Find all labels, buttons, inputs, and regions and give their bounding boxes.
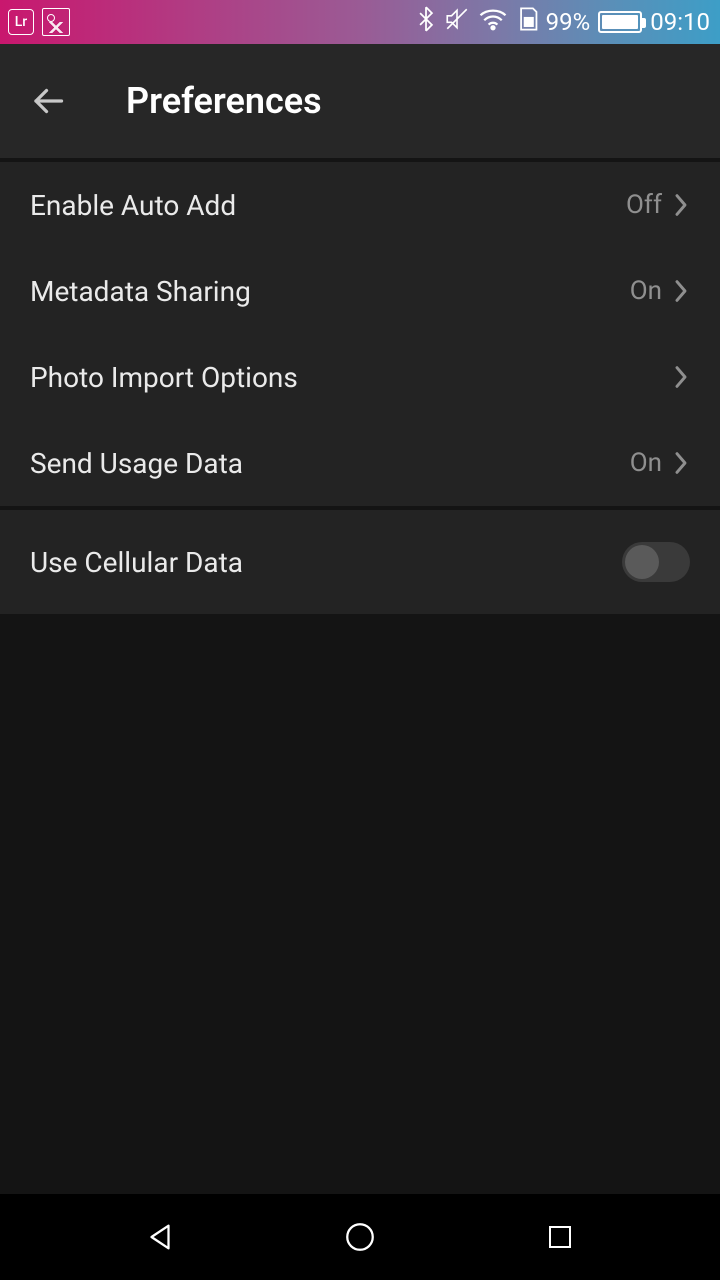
empty-area: [0, 618, 720, 1194]
row-value: On: [630, 276, 662, 306]
row-use-cellular-data[interactable]: Use Cellular Data: [0, 510, 720, 614]
chevron-right-icon: [672, 190, 690, 220]
bluetooth-icon: [416, 6, 436, 38]
row-label: Metadata Sharing: [30, 275, 630, 308]
status-right: 99% 09:10: [416, 6, 710, 38]
back-button[interactable]: [28, 81, 68, 121]
nav-recent-button[interactable]: [538, 1215, 582, 1259]
nav-home-button[interactable]: [338, 1215, 382, 1259]
row-value: On: [630, 448, 662, 478]
android-nav-bar: [0, 1194, 720, 1280]
chevron-right-icon: [672, 448, 690, 478]
row-label: Send Usage Data: [30, 447, 630, 480]
chevron-right-icon: [672, 362, 690, 392]
lightroom-app-icon: Lr: [8, 9, 34, 35]
clock: 09:10: [650, 8, 710, 36]
settings-group-1: Enable Auto Add Off Metadata Sharing On …: [0, 162, 720, 510]
row-label: Use Cellular Data: [30, 546, 622, 579]
app-header: Preferences: [0, 44, 720, 162]
page-title: Preferences: [126, 80, 322, 122]
row-send-usage-data[interactable]: Send Usage Data On: [0, 420, 720, 506]
battery-icon: [598, 11, 642, 33]
sim-icon: [516, 6, 538, 38]
row-label: Enable Auto Add: [30, 189, 626, 222]
row-photo-import-options[interactable]: Photo Import Options: [0, 334, 720, 420]
wifi-icon: [478, 7, 508, 37]
row-value: Off: [626, 190, 662, 220]
cellular-data-toggle[interactable]: [622, 542, 690, 582]
row-metadata-sharing[interactable]: Metadata Sharing On: [0, 248, 720, 334]
battery-percent: 99%: [546, 8, 591, 36]
toggle-knob: [625, 545, 659, 579]
photo-notification-icon: [42, 8, 70, 36]
settings-group-2: Use Cellular Data: [0, 510, 720, 618]
nav-back-button[interactable]: [138, 1215, 182, 1259]
row-label: Photo Import Options: [30, 361, 662, 394]
status-left: Lr: [8, 8, 70, 36]
mute-icon: [444, 6, 470, 38]
chevron-right-icon: [672, 276, 690, 306]
status-bar: Lr 99%: [0, 0, 720, 44]
row-enable-auto-add[interactable]: Enable Auto Add Off: [0, 162, 720, 248]
